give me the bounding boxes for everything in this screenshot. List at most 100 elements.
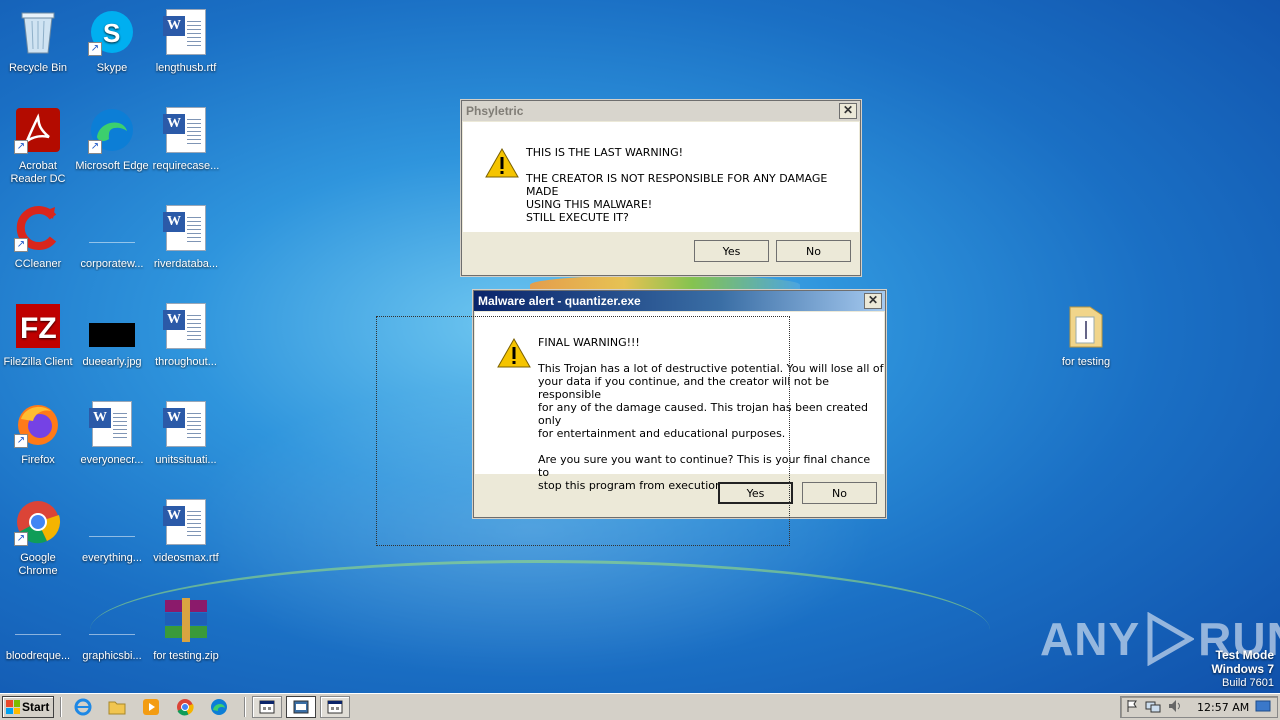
desktop-icon-ccleaner[interactable]: ↗ CCleaner bbox=[0, 200, 76, 292]
desktop-icon-edge[interactable]: ↗ Microsoft Edge bbox=[74, 102, 150, 194]
play-triangle-icon bbox=[1147, 612, 1195, 666]
taskbar: Start 12:57 AM bbox=[0, 693, 1280, 720]
desktop-icon-label: lengthusb.rtf bbox=[155, 62, 217, 74]
taskbar-ie-icon[interactable] bbox=[68, 696, 98, 718]
dialog-title: Malware alert - quantizer.exe bbox=[478, 294, 641, 308]
taskbar-separator bbox=[244, 697, 246, 717]
edge-icon: ↗ bbox=[88, 106, 136, 154]
build-label: Build 7601 bbox=[1222, 677, 1274, 689]
yes-button[interactable]: Yes bbox=[694, 240, 769, 262]
windows-flag-icon bbox=[6, 700, 20, 714]
desktop-icon-unitssituati[interactable]: W unitssituati... bbox=[148, 396, 224, 488]
desktop-icon-filezilla[interactable]: FZ FileZilla Client bbox=[0, 298, 76, 390]
desktop-icon-lengthusb[interactable]: W lengthusb.rtf bbox=[148, 4, 224, 96]
taskbar-media-player-icon[interactable] bbox=[136, 696, 166, 718]
watermark-text-left: ANY bbox=[1040, 613, 1141, 665]
desktop-icon-label: Skype bbox=[96, 62, 128, 74]
desktop-icon-riverdataba[interactable]: W riverdataba... bbox=[148, 200, 224, 292]
dialog-text-line: THE CREATOR IS NOT RESPONSIBLE FOR ANY D… bbox=[526, 172, 828, 198]
svg-text:S: S bbox=[103, 18, 120, 48]
filezilla-icon: FZ bbox=[14, 302, 62, 350]
taskbar-chrome-icon[interactable] bbox=[170, 696, 200, 718]
no-button[interactable]: No bbox=[802, 482, 877, 504]
clock[interactable]: 12:57 AM bbox=[1197, 701, 1249, 714]
close-button[interactable]: ✕ bbox=[864, 293, 882, 309]
dialog-message: THIS IS THE LAST WARNING! THE CREATOR IS… bbox=[526, 146, 859, 224]
dialog-titlebar[interactable]: Phsyletric ✕ bbox=[462, 101, 860, 121]
chrome-icon: ↗ bbox=[14, 498, 62, 546]
svg-text:FZ: FZ bbox=[20, 312, 57, 345]
desktop-icon-firefox[interactable]: ↗ Firefox bbox=[0, 396, 76, 488]
desktop-icon-dueearly[interactable]: dueearly.jpg bbox=[74, 298, 150, 390]
desktop-icon-label: CCleaner bbox=[14, 258, 62, 270]
shortcut-arrow-icon: ↗ bbox=[88, 42, 102, 56]
desktop-icon-graphicsbi[interactable]: graphicsbi... bbox=[74, 592, 150, 684]
desktop-icon-label: dueearly.jpg bbox=[82, 356, 142, 368]
start-label: Start bbox=[22, 700, 50, 714]
taskbar-window-button[interactable] bbox=[252, 696, 282, 718]
shortcut-arrow-icon: ↗ bbox=[14, 434, 28, 448]
system-tray: 12:57 AM bbox=[1120, 696, 1278, 718]
ccleaner-icon: ↗ bbox=[14, 204, 62, 252]
desktop-icon-label: graphicsbi... bbox=[82, 650, 142, 662]
volume-icon[interactable] bbox=[1167, 699, 1183, 716]
wallpaper-streak bbox=[90, 560, 990, 700]
desktop-icon-acrobat[interactable]: ↗ Acrobat Reader DC bbox=[0, 102, 76, 194]
desktop-icon-label: for testing bbox=[1061, 356, 1111, 368]
word-document-icon: W bbox=[162, 8, 210, 56]
desktop-icon-label: Recycle Bin bbox=[8, 62, 68, 74]
desktop-icon-label: everything... bbox=[82, 552, 142, 564]
desktop-icon-label: throughout... bbox=[155, 356, 217, 368]
start-button[interactable]: Start bbox=[2, 696, 54, 718]
desktop-icon-label: everyonecr... bbox=[80, 454, 144, 466]
desktop-icon-corporatew[interactable]: corporatew... bbox=[74, 200, 150, 292]
taskbar-window-button-active[interactable] bbox=[286, 696, 316, 718]
skype-icon: S ↗ bbox=[88, 8, 136, 56]
taskbar-window-button[interactable] bbox=[320, 696, 350, 718]
desktop-icon-for-testing-zip[interactable]: for testing.zip bbox=[148, 592, 224, 684]
desktop-icon-label: Microsoft Edge bbox=[75, 160, 149, 172]
desktop-icon-label: bloodreque... bbox=[5, 650, 71, 662]
dialog-text-line: STILL EXECUTE IT? bbox=[526, 211, 629, 224]
image-file-icon bbox=[88, 302, 136, 350]
dialog-title: Phsyletric bbox=[466, 104, 524, 118]
blank-file-icon bbox=[88, 498, 136, 546]
dialog-text-line: USING THIS MALWARE! bbox=[526, 198, 653, 211]
word-document-icon: W bbox=[162, 106, 210, 154]
os-version-label: Windows 7 bbox=[1211, 662, 1274, 676]
desktop-icon-label: unitssituati... bbox=[155, 454, 217, 466]
desktop-icon-skype[interactable]: S ↗ Skype bbox=[74, 4, 150, 96]
dialog-titlebar[interactable]: Malware alert - quantizer.exe ✕ bbox=[474, 291, 885, 311]
desktop-icon-for-testing-folder[interactable]: for testing bbox=[1048, 298, 1124, 390]
shortcut-arrow-icon: ↗ bbox=[14, 238, 28, 252]
desktop-icon-videosmax[interactable]: W videosmax.rtf bbox=[148, 494, 224, 586]
desktop-icon-requirecase[interactable]: W requirecase... bbox=[148, 102, 224, 194]
blank-file-icon bbox=[88, 204, 136, 252]
desktop-icon-label: for testing.zip bbox=[153, 650, 219, 662]
selection-rectangle bbox=[376, 316, 790, 546]
no-button[interactable]: No bbox=[776, 240, 851, 262]
firefox-icon: ↗ bbox=[14, 400, 62, 448]
folder-icon bbox=[1062, 302, 1110, 350]
acrobat-icon: ↗ bbox=[14, 106, 62, 154]
desktop-icon-label: Firefox bbox=[21, 454, 55, 466]
dialog-body: THIS IS THE LAST WARNING! THE CREATOR IS… bbox=[463, 122, 859, 232]
shortcut-arrow-icon: ↗ bbox=[14, 140, 28, 154]
desktop-icon-throughout[interactable]: W throughout... bbox=[148, 298, 224, 390]
word-document-icon: W bbox=[162, 400, 210, 448]
taskbar-explorer-icon[interactable] bbox=[102, 696, 132, 718]
desktop-icon-chrome[interactable]: ↗ Google Chrome bbox=[0, 494, 76, 586]
show-desktop-icon[interactable] bbox=[1255, 699, 1271, 716]
desktop-icon-everything[interactable]: everything... bbox=[74, 494, 150, 586]
desktop-icon-bloodreque[interactable]: bloodreque... bbox=[0, 592, 76, 684]
desktop-icon-everyonecr[interactable]: W everyonecr... bbox=[74, 396, 150, 488]
taskbar-edge-icon[interactable] bbox=[204, 696, 234, 718]
blank-file-icon bbox=[14, 596, 62, 644]
network-icon[interactable] bbox=[1145, 699, 1161, 716]
desktop-icon-label: riverdataba... bbox=[153, 258, 219, 270]
desktop-icon-recycle-bin[interactable]: Recycle Bin bbox=[0, 4, 76, 96]
action-center-flag-icon[interactable] bbox=[1125, 699, 1139, 716]
word-document-icon: W bbox=[162, 204, 210, 252]
close-button[interactable]: ✕ bbox=[839, 103, 857, 119]
word-document-icon: W bbox=[88, 400, 136, 448]
